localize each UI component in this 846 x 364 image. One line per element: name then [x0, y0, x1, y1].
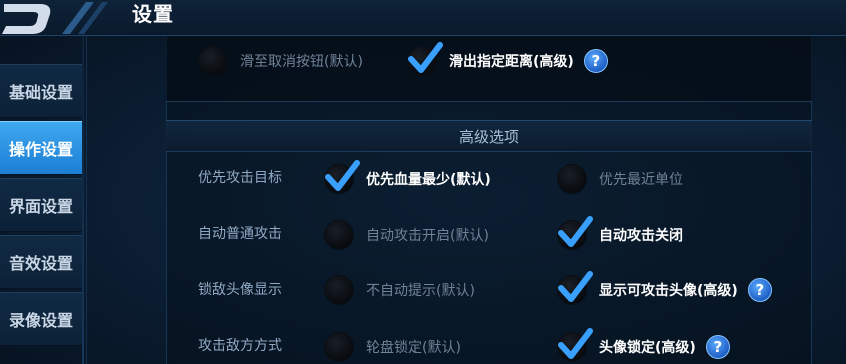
sidebar-item-label: 录像设置: [8, 311, 73, 330]
option-label: 轮盘锁定(默认): [366, 340, 461, 356]
option-label: 优先最近单位: [599, 172, 683, 188]
sidebar-item-label: 操作设置: [8, 140, 73, 159]
option-auto-attack-off[interactable]: 自动攻击关闭: [557, 216, 683, 252]
sidebar-item-interface[interactable]: 界面设置: [0, 178, 82, 232]
option-slide-to-cancel[interactable]: 滑至取消按钮(默认): [198, 44, 363, 78]
option-nearest-unit[interactable]: 优先最近单位: [557, 162, 683, 196]
advanced-options-title: 高级选项: [458, 127, 519, 146]
top-bar: 设置: [0, 0, 846, 36]
option-auto-attack-on[interactable]: 自动攻击开启(默认): [324, 218, 489, 252]
sidebar-item-basic[interactable]: 基础设置: [0, 64, 82, 118]
checkmark-icon: [558, 216, 593, 247]
option-label: 滑至取消按钮(默认): [240, 54, 363, 70]
checkmark-icon: [325, 160, 360, 191]
radio-button[interactable]: [557, 271, 593, 305]
checkmark-icon: [408, 42, 443, 73]
sidebar-item-sound[interactable]: 音效设置: [0, 235, 82, 289]
radio-button[interactable]: [557, 216, 593, 250]
sidebar-item-replay[interactable]: 录像设置: [0, 292, 82, 346]
radio-button[interactable]: [557, 164, 587, 194]
option-label: 显示可攻击头像(高级): [599, 283, 738, 299]
radio-button[interactable]: [324, 220, 354, 250]
option-label: 自动攻击开启(默认): [366, 228, 489, 244]
sidebar-item-label: 界面设置: [8, 197, 73, 216]
option-label: 滑出指定距离(高级): [449, 54, 574, 70]
option-avatar-lock[interactable]: 头像锁定(高级) ?: [557, 328, 730, 364]
option-show-attackable-avatar[interactable]: 显示可攻击头像(高级) ?: [557, 271, 772, 307]
row-label-lock-avatar: 锁敌头像显示: [198, 282, 282, 298]
radio-button[interactable]: [324, 275, 354, 305]
checkmark-icon: [558, 328, 593, 359]
row-label-priority-target: 优先攻击目标: [198, 170, 282, 186]
radio-button[interactable]: [324, 332, 354, 362]
option-no-auto-hint[interactable]: 不自动提示(默认): [324, 273, 475, 307]
option-label: 自动攻击关闭: [599, 228, 683, 244]
option-label: 不自动提示(默认): [366, 283, 475, 299]
radio-button[interactable]: [407, 42, 443, 76]
radio-button[interactable]: [198, 46, 228, 76]
sidebar-divider: [82, 36, 84, 364]
advanced-options-header: 高级选项: [166, 120, 812, 152]
back-logo-icon[interactable]: [0, 0, 112, 36]
option-slide-out-distance[interactable]: 滑出指定距离(高级) ?: [407, 42, 608, 78]
help-icon[interactable]: ?: [705, 335, 730, 359]
option-label: 优先血量最少(默认): [366, 172, 491, 188]
option-wheel-lock[interactable]: 轮盘锁定(默认): [324, 330, 461, 364]
help-icon[interactable]: ?: [583, 49, 608, 73]
help-icon[interactable]: ?: [747, 278, 772, 302]
sidebar-item-controls[interactable]: 操作设置: [0, 121, 82, 175]
page-title: 设置: [132, 2, 174, 26]
sidebar-item-label: 基础设置: [8, 83, 73, 102]
option-lowest-hp[interactable]: 优先血量最少(默认): [324, 160, 491, 196]
option-label: 头像锁定(高级): [599, 340, 696, 356]
row-label-attack-mode: 攻击敌方方式: [198, 338, 282, 354]
checkmark-icon: [558, 271, 593, 302]
radio-button[interactable]: [557, 328, 593, 362]
sidebar-item-label: 音效设置: [8, 254, 73, 273]
radio-button[interactable]: [324, 160, 360, 194]
row-label-auto-attack: 自动普通攻击: [198, 226, 282, 242]
